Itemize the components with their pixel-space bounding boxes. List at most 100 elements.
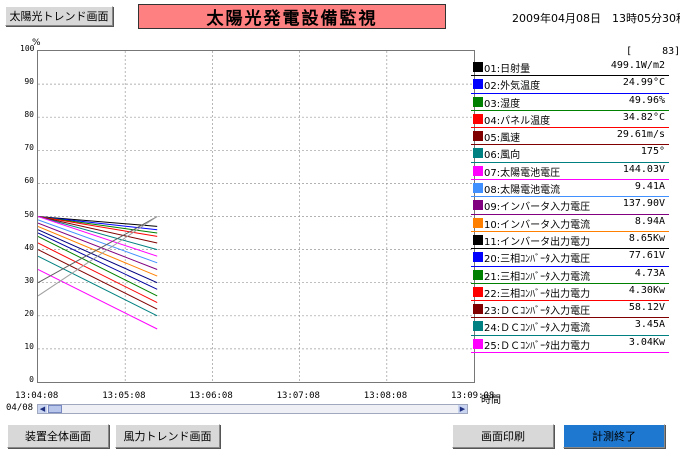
legend-swatch [473,304,483,315]
legend-value: 144.03V [622,163,665,175]
print-screen-button[interactable]: 画面印刷 [452,424,554,448]
legend-row: 07:太陽電池電圧 144.03V [471,163,669,181]
legend-swatch [473,183,483,194]
legend-swatch [473,113,483,124]
legend-label: 23:ＤＣｺﾝﾊﾞｰﾀ入力電圧 [484,306,591,318]
legend-row: 09:インバータ入力電圧 137.90V [471,197,669,215]
legend-row: 02:外気温度 24.99°C [471,76,669,94]
y-tick-label: 20 [24,308,34,318]
legend-value: 3.45A [634,319,665,331]
trend-plot-area [38,51,474,382]
legend-value: 24.99°C [622,77,665,89]
x-tick-label: 13:06:08 [189,391,233,401]
legend-row: 22:三相ｺﾝﾊﾞｰﾀ出力電力 4.30Kw [471,284,669,302]
legend-label: 03:湿度 [484,98,521,110]
y-tick-label: 90 [24,77,34,87]
legend-value: 3.04Kw [628,336,665,348]
legend-value: 49.96% [628,94,665,106]
legend-label: 07:太陽電池電圧 [484,167,561,179]
stop-measurement-button[interactable]: 計測終了 [563,424,665,448]
legend-swatch [473,321,483,332]
datetime-display: 2009年04月08日 13時05分30秒 [512,12,680,25]
legend-value: 29.61m/s [616,129,665,141]
legend-value: 499.1W/m2 [610,60,665,71]
legend-swatch [473,62,483,72]
y-tick-label: 50 [24,209,34,219]
wind-trend-screen-button[interactable]: 風力トレンド画面 [115,424,220,448]
legend-value: 8.65Kw [628,232,665,244]
legend-label: 22:三相ｺﾝﾊﾞｰﾀ出力電力 [484,288,591,300]
y-tick-label: 100 [20,44,35,53]
legend-value: 9.41A [634,181,665,193]
legend-label: 10:インバータ入力電流 [484,219,591,231]
legend-swatch [473,217,483,228]
legend-value: 137.90V [622,198,665,210]
y-tick-label: 30 [24,275,34,285]
series-line-17 [38,269,158,330]
x-tick-label: 13:07:08 [276,391,320,401]
legend-row: 05:風速 29.61m/s [471,128,669,146]
legend-label: 24:ＤＣｺﾝﾊﾞｰﾀ入力電流 [484,323,591,335]
legend-row: 06:風向 175° [471,145,669,163]
legend-value: 8.94A [634,215,665,227]
legend-label: 09:インバータ入力電圧 [484,202,591,214]
legend-label: 21:三相ｺﾝﾊﾞｰﾀ入力電流 [484,271,591,283]
x-tick-label: 13:08:08 [363,391,408,401]
legend-value: 34.82°C [622,111,665,123]
series-line-13 [38,235,158,297]
legend-panel: 01:日射量 499.1W/m2 02:外気温度 24.99°C 03:湿度 49.96%… [471,59,669,354]
legend-row: 24:ＤＣｺﾝﾊﾞｰﾀ入力電流 3.45A [471,318,669,336]
legend-label: 05:風速 [484,133,521,145]
legend-swatch [473,338,483,349]
x-tick-label: 13:04:08 [15,391,59,401]
legend-row: 04:パネル温度 34.82°C [471,111,669,129]
legend-swatch [473,96,483,107]
scrollbar-thumb[interactable] [48,405,62,413]
legend-row: 03:湿度 49.96% [471,94,669,111]
scroll-left-icon[interactable]: ◀ [38,405,47,413]
legend-row: 21:三相ｺﾝﾊﾞｰﾀ入力電流 4.73A [471,267,669,284]
solar-trend-screen-button[interactable]: 太陽光トレンド画面 [5,6,113,26]
legend-row: 08:太陽電池電流 9.41A [471,180,669,198]
trend-chart [37,50,475,383]
legend-label: 25:ＤＣｺﾝﾊﾞｰﾀ出力電力 [484,340,591,352]
legend-row: 23:ＤＣｺﾝﾊﾞｰﾀ入力電圧 58.12V [471,301,669,319]
overview-screen-button[interactable]: 装置全体画面 [7,424,109,448]
legend-swatch [473,131,483,142]
y-tick-label: 10 [24,341,34,351]
legend-value: 58.12V [628,302,665,314]
legend-swatch [473,200,483,211]
legend-row: 10:インバータ入力電流 8.94A [471,215,669,232]
legend-label: 11:インバータ出力電力 [484,236,591,248]
y-tick-label: 0 [29,375,34,384]
legend-swatch [473,148,483,159]
page-title: 太陽光発電設備監視 [138,4,446,29]
scroll-right-icon[interactable]: ▶ [458,405,467,413]
y-tick-label: 70 [24,143,34,153]
legend-row: 25:ＤＣｺﾝﾊﾞｰﾀ出力電力 3.04Kw [471,336,669,354]
y-tick-label: 60 [24,176,34,186]
legend-counter: [ 83] [626,46,680,57]
legend-row: 01:日射量 499.1W/m2 [471,59,669,77]
legend-label: 02:外気温度 [484,81,541,93]
legend-value: 4.30Kw [628,284,665,296]
legend-swatch [473,165,483,176]
legend-row: 11:インバータ出力電力 8.65Kw [471,232,669,250]
legend-value: 77.61V [628,250,665,262]
legend-label: 04:パネル温度 [484,115,551,127]
y-tick-label: 80 [24,110,34,120]
legend-label: 08:太陽電池電流 [484,185,561,197]
legend-row: 20:三相ｺﾝﾊﾞｰﾀ入力電圧 77.61V [471,249,669,267]
x-tick-label: 13:05:08 [102,391,146,401]
legend-swatch [473,286,483,297]
chart-date-label: 04/08 [6,403,34,413]
legend-swatch [473,79,483,90]
legend-swatch [473,269,483,280]
chart-horizontal-scrollbar[interactable]: ◀ ▶ [37,404,468,414]
series-line-7 [38,216,158,257]
y-tick-label: 40 [24,242,34,252]
legend-label: 20:三相ｺﾝﾊﾞｰﾀ入力電圧 [484,254,591,266]
x-unit-label: 時間 [481,395,501,406]
legend-label: 06:風向 [484,150,521,162]
legend-value: 4.73A [634,267,665,279]
